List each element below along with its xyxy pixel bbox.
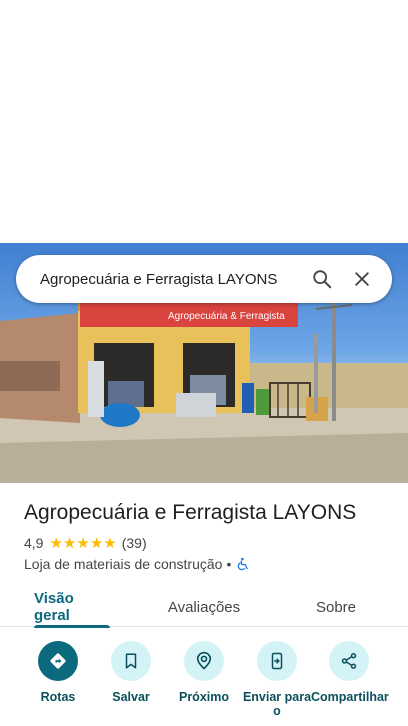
directions-button[interactable]: Rotas: [22, 641, 94, 704]
save-button[interactable]: Salvar: [95, 641, 167, 704]
directions-label: Rotas: [40, 690, 76, 704]
star-icon: ★: [76, 534, 90, 552]
rating-row[interactable]: 4,9 ★ ★ ★ ★ ★ (39): [24, 535, 147, 551]
search-bar[interactable]: Agropecuária e Ferragista LAYONS: [16, 255, 392, 303]
nearby-icon: [184, 641, 224, 681]
place-tabs: Visão geral Avaliações Sobre: [0, 587, 408, 628]
bookmark-icon: [111, 641, 151, 681]
star-icon: ★: [62, 534, 77, 552]
shop-sign-text: Agropecuária & Ferragista: [168, 311, 285, 322]
action-bar: Rotas Salvar Próximo Enviar para o Compa…: [0, 641, 408, 726]
map-area[interactable]: [0, 0, 408, 243]
category-separator: •: [226, 556, 232, 572]
place-category: Loja de materiais de construção: [24, 556, 223, 572]
review-count[interactable]: (39): [122, 535, 147, 551]
share-button[interactable]: Compartilhar: [311, 641, 389, 704]
save-label: Salvar: [112, 690, 150, 704]
category-row: Loja de materiais de construção •: [24, 556, 250, 572]
rating-value: 4,9: [24, 535, 44, 551]
star-icon: ★: [49, 534, 63, 552]
send-to-phone-label: Enviar para o: [242, 690, 312, 718]
tab-overview[interactable]: Visão geral: [34, 587, 110, 628]
tab-reviews[interactable]: Avaliações: [164, 587, 244, 627]
send-to-phone-icon: [257, 641, 297, 681]
directions-icon: [38, 641, 78, 681]
search-icon[interactable]: [302, 259, 342, 299]
nearby-label: Próximo: [178, 690, 229, 704]
nearby-button[interactable]: Próximo: [168, 641, 240, 704]
place-title: Agropecuária e Ferragista LAYONS: [24, 501, 357, 524]
wheelchair-accessible-icon: [236, 557, 250, 571]
send-to-phone-button[interactable]: Enviar para o: [241, 641, 313, 718]
share-label: Compartilhar: [311, 690, 389, 704]
star-icon: ★: [89, 534, 104, 552]
star-icon: ★: [103, 534, 117, 552]
search-input[interactable]: Agropecuária e Ferragista LAYONS: [40, 271, 302, 288]
share-icon: [329, 641, 369, 681]
close-icon[interactable]: [342, 259, 382, 299]
rating-stars: ★ ★ ★ ★ ★: [49, 536, 116, 551]
tab-about[interactable]: Sobre: [312, 587, 360, 627]
